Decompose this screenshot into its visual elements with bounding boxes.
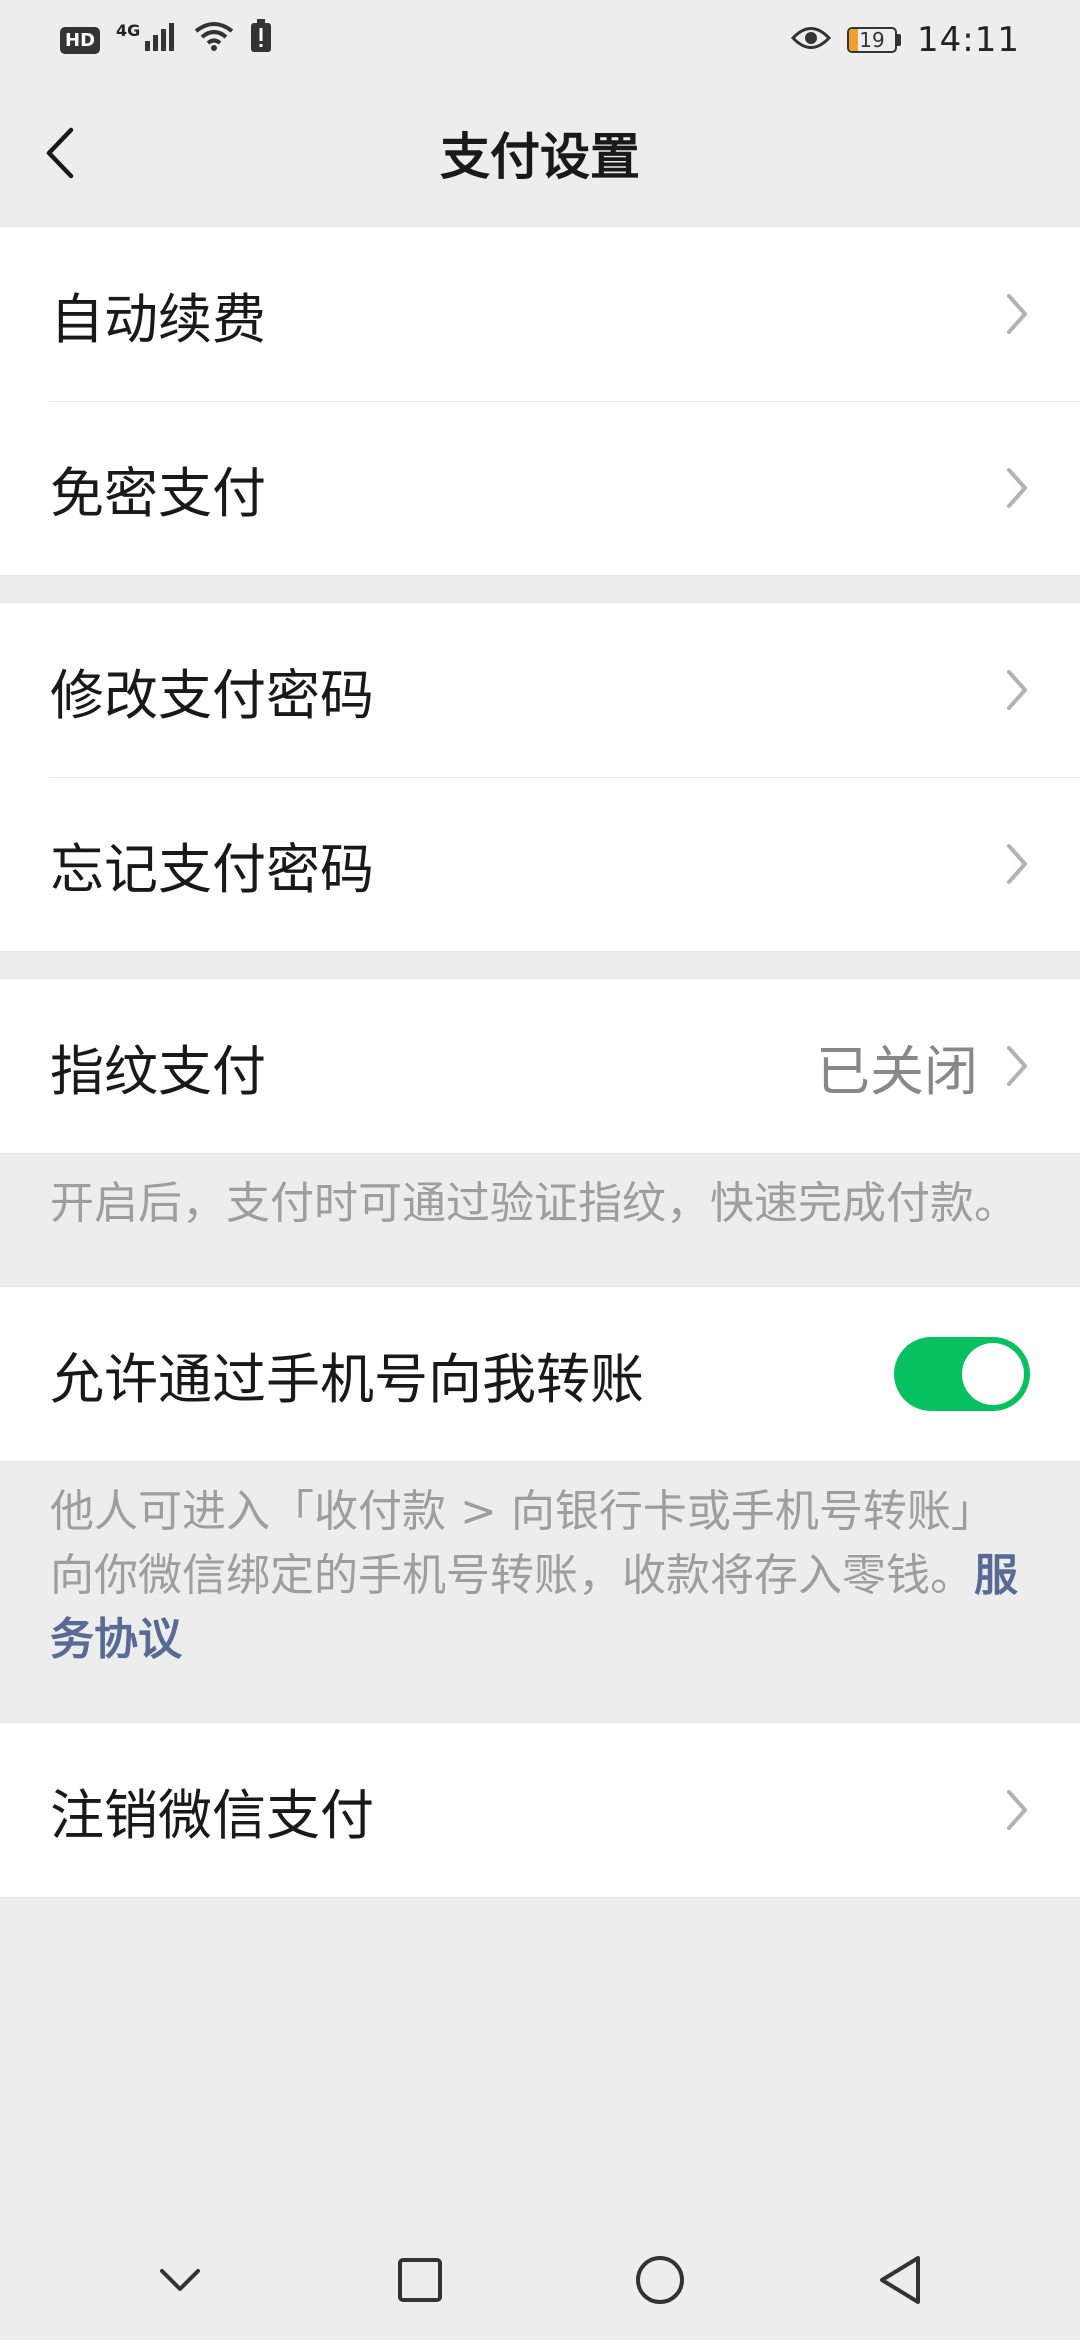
group-password: 修改支付密码 忘记支付密码 bbox=[0, 602, 1080, 952]
group-fingerprint: 指纹支付 已关闭 bbox=[0, 978, 1080, 1154]
wifi-icon bbox=[194, 20, 234, 60]
settings-list: 自动续费 免密支付 修改支付密码 忘记支付密码 指纹支付 已关闭 开启后，支付时… bbox=[0, 226, 1080, 1898]
chevron-right-icon bbox=[1004, 1788, 1030, 1832]
phone-transfer-note-text: 他人可进入「收付款 > 向银行卡或手机号转账」向你微信绑定的手机号转账，收款将存… bbox=[50, 1486, 995, 1601]
status-bar: HD 4G 19 14:11 bbox=[0, 0, 1080, 80]
row-close-wechat-pay[interactable]: 注销微信支付 bbox=[0, 1723, 1080, 1897]
group-phone-transfer: 允许通过手机号向我转账 bbox=[0, 1286, 1080, 1462]
phone-transfer-toggle[interactable] bbox=[894, 1337, 1030, 1411]
chevron-left-icon bbox=[46, 127, 74, 179]
signal-icon bbox=[144, 20, 178, 60]
nav-recents-button[interactable] bbox=[380, 2240, 460, 2320]
chevron-right-icon bbox=[1004, 292, 1030, 336]
row-fingerprint[interactable]: 指纹支付 已关闭 bbox=[0, 979, 1080, 1153]
row-label: 允许通过手机号向我转账 bbox=[50, 1347, 644, 1411]
chevron-right-icon bbox=[1004, 842, 1030, 886]
nav-hide-button[interactable] bbox=[140, 2240, 220, 2320]
fingerprint-status: 已关闭 bbox=[816, 1039, 978, 1103]
battery-level: 19 bbox=[859, 28, 885, 52]
toggle-knob bbox=[962, 1343, 1024, 1405]
square-icon bbox=[398, 2258, 442, 2302]
chevron-right-icon bbox=[1004, 466, 1030, 510]
row-label: 修改支付密码 bbox=[50, 663, 374, 727]
chevron-down-icon bbox=[160, 2269, 200, 2291]
nav-bar: 支付设置 bbox=[0, 80, 1080, 226]
triangle-back-icon bbox=[880, 2256, 920, 2304]
group-renew: 自动续费 免密支付 bbox=[0, 226, 1080, 576]
row-change-password[interactable]: 修改支付密码 bbox=[0, 603, 1080, 777]
group-close-pay: 注销微信支付 bbox=[0, 1722, 1080, 1898]
phone-transfer-note: 他人可进入「收付款 > 向银行卡或手机号转账」向你微信绑定的手机号转账，收款将存… bbox=[0, 1462, 1080, 1722]
status-right: 19 14:11 bbox=[790, 20, 1020, 60]
network-type: 4G bbox=[116, 20, 141, 40]
alert-battery-icon bbox=[250, 18, 272, 62]
row-forgot-password[interactable]: 忘记支付密码 bbox=[0, 777, 1080, 951]
row-label: 忘记支付密码 bbox=[50, 837, 374, 901]
row-label: 自动续费 bbox=[50, 287, 266, 351]
back-button[interactable] bbox=[40, 123, 80, 183]
battery-fill bbox=[849, 29, 858, 51]
clock: 14:11 bbox=[917, 20, 1020, 60]
circle-icon bbox=[636, 2256, 684, 2304]
nav-home-button[interactable] bbox=[620, 2240, 700, 2320]
hd-badge: HD bbox=[60, 26, 101, 54]
status-left: HD 4G bbox=[60, 18, 272, 62]
row-password-free[interactable]: 免密支付 bbox=[0, 401, 1080, 575]
chevron-right-icon bbox=[1004, 1044, 1030, 1088]
row-label: 注销微信支付 bbox=[50, 1783, 374, 1847]
row-label: 免密支付 bbox=[50, 461, 266, 525]
row-label: 指纹支付 bbox=[50, 1039, 266, 1103]
battery-indicator: 19 bbox=[847, 27, 902, 53]
system-nav-bar bbox=[0, 2220, 1080, 2340]
fingerprint-note: 开启后，支付时可通过验证指纹，快速完成付款。 bbox=[50, 1178, 1018, 1229]
chevron-right-icon bbox=[1004, 668, 1030, 712]
row-phone-transfer[interactable]: 允许通过手机号向我转账 bbox=[0, 1287, 1080, 1461]
nav-back-button[interactable] bbox=[860, 2240, 940, 2320]
page-title: 支付设置 bbox=[440, 128, 640, 186]
eye-icon bbox=[790, 20, 832, 60]
row-auto-renew[interactable]: 自动续费 bbox=[0, 227, 1080, 401]
